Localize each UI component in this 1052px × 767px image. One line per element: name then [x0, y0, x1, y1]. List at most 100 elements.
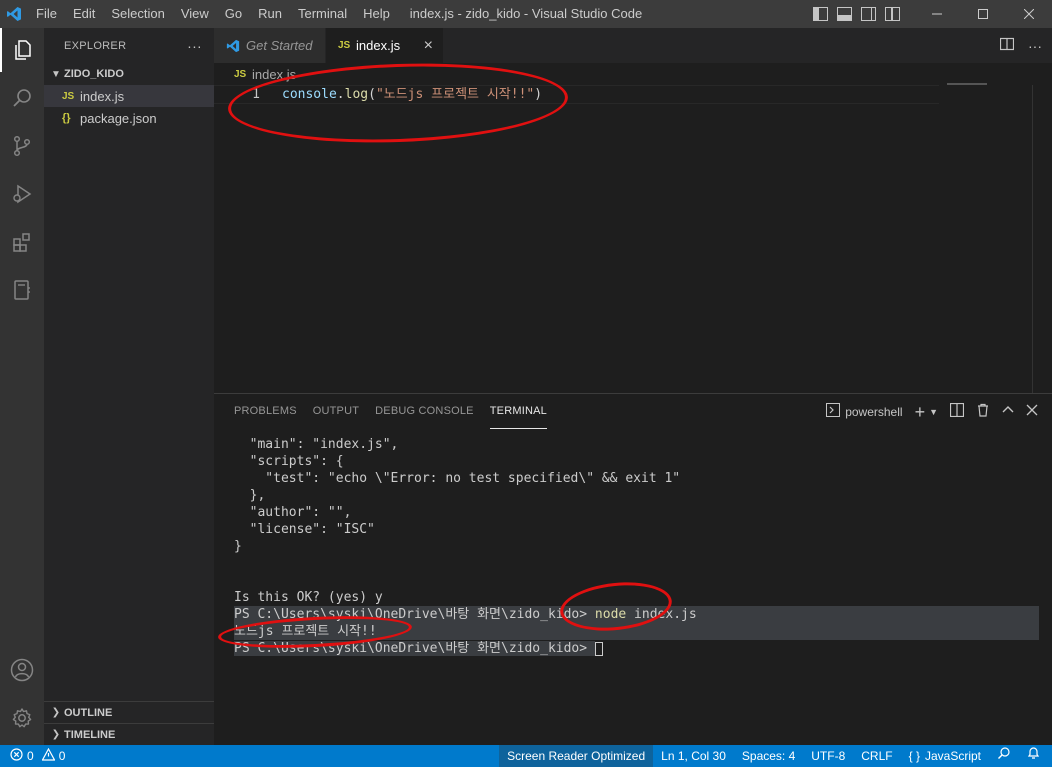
terminal-program-output: 노드js 프로젝트 시작!! [234, 623, 1039, 640]
outline-label: OUTLINE [64, 706, 113, 719]
tab-output[interactable]: OUTPUT [313, 394, 359, 429]
search-icon[interactable] [0, 76, 44, 120]
terminal-output[interactable]: "main": "index.js", "scripts": { "test":… [234, 436, 1039, 657]
vscode-logo-icon [226, 39, 240, 53]
js-file-icon: JS [234, 68, 247, 80]
tab-get-started[interactable]: Get Started [214, 28, 326, 63]
terminal-line: "scripts": { [234, 454, 344, 469]
terminal-command-line: PS C:\Users\syski\OneDrive\바탕 화면\zido_ki… [234, 606, 1039, 623]
menu-edit[interactable]: Edit [65, 0, 103, 28]
chevron-right-icon: ❯ [51, 729, 61, 740]
editor-tabs: Get Started JS index.js × ··· [214, 28, 1052, 63]
status-bar: 0 0 Screen Reader Optimized Ln 1, Col 30… [0, 745, 1052, 767]
timeline-label: TIMELINE [64, 728, 116, 741]
toggle-panel-icon[interactable] [837, 7, 852, 21]
explorer-title: EXPLORER [64, 39, 127, 52]
chevron-right-icon: ❯ [51, 707, 61, 718]
explorer-header: EXPLORER ··· [44, 28, 214, 63]
terminal-icon [826, 403, 841, 420]
js-file-icon: JS [62, 90, 75, 102]
terminal-line: "main": "index.js", [234, 437, 399, 452]
line-number: 1 [252, 87, 260, 102]
js-file-icon: JS [338, 40, 351, 51]
file-package-json[interactable]: {} package.json [44, 107, 214, 129]
feedback-icon[interactable] [989, 745, 1019, 767]
new-terminal-icon[interactable]: + [915, 403, 926, 421]
menu-view[interactable]: View [173, 0, 217, 28]
code-text: console.log("노드js 프로젝트 시작!!") [282, 86, 542, 104]
tab-label: index.js [356, 38, 401, 53]
code-token-function: log [344, 87, 369, 102]
explorer-icon[interactable] [0, 28, 44, 72]
bell-icon[interactable] [1019, 745, 1052, 767]
menu-terminal[interactable]: Terminal [290, 0, 355, 28]
file-index-js[interactable]: JS index.js [44, 85, 214, 107]
code-line[interactable]: 1 console.log("노드js 프로젝트 시작!!") [214, 85, 939, 104]
trash-icon[interactable] [976, 403, 990, 420]
problems-status[interactable]: 0 0 [0, 745, 65, 767]
maximize-panel-icon[interactable] [1002, 404, 1014, 419]
menu-bar: File Edit Selection View Go Run Terminal… [28, 0, 398, 28]
code-token-dot: . [336, 87, 345, 102]
menu-go[interactable]: Go [217, 0, 250, 28]
run-debug-icon[interactable] [0, 172, 44, 216]
eol-status[interactable]: CRLF [853, 745, 900, 767]
split-editor-icon[interactable] [999, 37, 1015, 54]
code-token-paren-close: ) [534, 87, 543, 102]
breadcrumb-file[interactable]: index.js [252, 67, 296, 82]
terminal-command: node [594, 607, 627, 622]
menu-run[interactable]: Run [250, 0, 290, 28]
json-file-icon: {} [62, 112, 71, 124]
close-tab-icon[interactable]: × [424, 37, 433, 55]
braces-icon: { } [908, 749, 920, 763]
language-mode[interactable]: { } JavaScript [901, 745, 989, 767]
menu-selection[interactable]: Selection [103, 0, 172, 28]
code-token-string: "노드js 프로젝트 시작!!" [375, 87, 535, 102]
menu-file[interactable]: File [28, 0, 65, 28]
menu-help[interactable]: Help [355, 0, 398, 28]
account-icon[interactable] [0, 648, 44, 692]
more-actions-icon[interactable]: ··· [1028, 38, 1042, 54]
chevron-down-icon[interactable]: ▼ [929, 407, 938, 417]
maximize-icon[interactable] [960, 0, 1006, 28]
encoding-status[interactable]: UTF-8 [803, 745, 853, 767]
terminal-line: "test": "echo \"Error: no test specified… [234, 471, 681, 486]
extensions-icon[interactable] [0, 220, 44, 264]
settings-gear-icon[interactable] [0, 696, 44, 740]
terminal-command-args: index.js [626, 607, 697, 622]
editor-scrollbar[interactable] [1032, 85, 1033, 393]
outline-section[interactable]: ❯ OUTLINE [44, 701, 214, 723]
minimize-icon[interactable] [914, 0, 960, 28]
warning-count: 0 [58, 749, 66, 763]
language-label: JavaScript [924, 749, 981, 763]
minimap[interactable] [947, 83, 987, 85]
terminal-shell-selector[interactable]: powershell [826, 403, 903, 420]
more-actions-icon[interactable]: ··· [187, 38, 202, 54]
toggle-sidebar-icon[interactable] [813, 7, 828, 21]
tab-index-js[interactable]: JS index.js × [326, 28, 444, 63]
terminal-line: }, [234, 488, 266, 503]
indentation-status[interactable]: Spaces: 4 [734, 745, 803, 767]
split-terminal-icon[interactable] [949, 402, 965, 420]
terminal-line: Is this OK? (yes) y [234, 590, 383, 605]
close-window-icon[interactable] [1006, 0, 1052, 28]
warning-icon [41, 747, 56, 764]
code-token-object: console [282, 87, 337, 102]
cursor-position[interactable]: Ln 1, Col 30 [653, 745, 734, 767]
file-name: package.json [80, 110, 157, 126]
timeline-section[interactable]: ❯ TIMELINE [44, 723, 214, 745]
code-editor[interactable]: JS index.js 1 console.log("노드js 프로젝트 시작!… [214, 63, 1052, 393]
remote-explorer-icon[interactable] [0, 268, 44, 312]
toggle-secondary-sidebar-icon[interactable] [861, 7, 876, 21]
tab-terminal[interactable]: TERMINAL [489, 394, 547, 429]
close-panel-icon[interactable] [1026, 404, 1038, 419]
source-control-icon[interactable] [0, 124, 44, 168]
screen-reader-status[interactable]: Screen Reader Optimized [499, 745, 654, 767]
folder-zido-kido[interactable]: ▼ ZIDO_KIDO [44, 63, 214, 85]
tab-problems[interactable]: PROBLEMS [234, 394, 297, 429]
tab-debug-console[interactable]: DEBUG CONSOLE [375, 394, 474, 429]
breadcrumb: JS index.js [214, 63, 1052, 85]
terminal-line: "author": "", [234, 505, 352, 520]
customize-layout-icon[interactable] [885, 7, 900, 21]
